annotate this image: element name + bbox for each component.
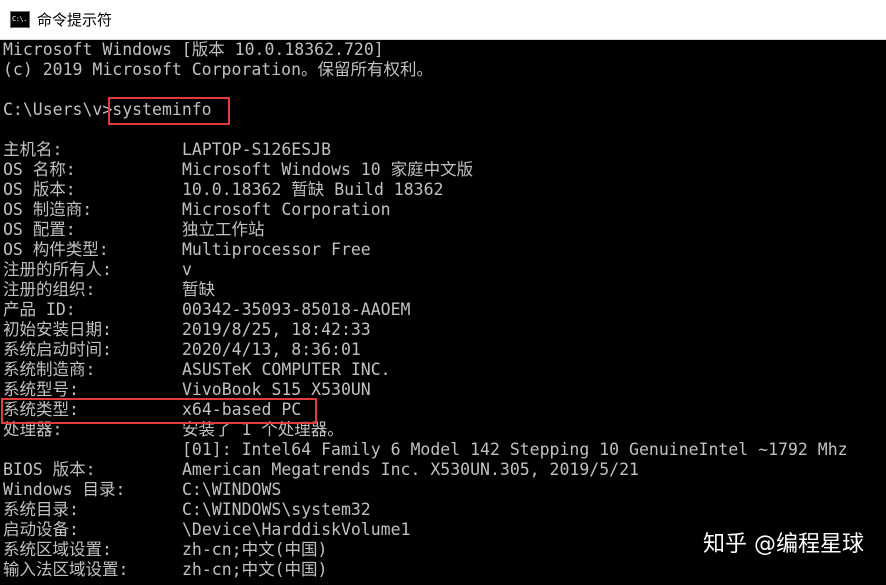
info-value: x64-based PC — [182, 400, 302, 419]
info-label: OS 配置: — [3, 220, 76, 239]
info-row: 初始安装日期: 2019/8/25, 18:42:33 — [3, 320, 883, 340]
info-value: 2020/4/13, 8:36:01 — [182, 340, 361, 359]
info-value: Multiprocessor Free — [182, 240, 371, 259]
info-value: ASUSTeK COMPUTER INC. — [182, 360, 391, 379]
info-row: OS 版本: 10.0.18362 暂缺 Build 18362 — [3, 180, 883, 200]
info-value: C:\WINDOWS\system32 — [182, 500, 371, 519]
info-label: 系统型号: — [3, 380, 79, 399]
info-label: OS 名称: — [3, 160, 76, 179]
info-label: 启动设备: — [3, 520, 79, 539]
command-prompt-window: C:\. 命令提示符 Microsoft Windows [版本 10.0.18… — [0, 0, 886, 585]
info-value: v — [182, 260, 192, 279]
info-value: C:\WINDOWS — [182, 480, 282, 499]
info-label: BIOS 版本: — [3, 460, 96, 479]
info-value: 独立工作站 — [182, 220, 265, 239]
info-label: 系统制造商: — [3, 360, 96, 379]
info-value: 安装了 1 个处理器。 — [182, 420, 344, 439]
prompt-path: C:\Users\v> — [3, 100, 113, 119]
info-row: 系统目录: C:\WINDOWS\system32 — [3, 500, 883, 520]
info-label: OS 构件类型: — [3, 240, 109, 259]
info-label: 系统类型: — [3, 400, 79, 419]
info-label: 系统区域设置: — [3, 540, 112, 559]
info-row: 系统启动时间: 2020/4/13, 8:36:01 — [3, 340, 883, 360]
info-row: 处理器: 安装了 1 个处理器。 — [3, 420, 883, 440]
info-row: OS 构件类型: Multiprocessor Free — [3, 240, 883, 260]
info-label: 系统启动时间: — [3, 340, 112, 359]
info-row: 系统类型: x64-based PC — [3, 400, 883, 420]
info-value: American Megatrends Inc. X530UN.305, 201… — [182, 460, 639, 479]
info-label: 注册的所有人: — [3, 260, 112, 279]
cmd-icon-glyph: C:\. — [12, 15, 27, 23]
info-row: Windows 目录: C:\WINDOWS — [3, 480, 883, 500]
title-bar[interactable]: C:\. 命令提示符 — [0, 0, 886, 40]
info-row: 输入法区域设置: zh-cn;中文(中国) — [3, 560, 883, 580]
info-value: [01]: Intel64 Family 6 Model 142 Steppin… — [182, 440, 848, 459]
header-line: (c) 2019 Microsoft Corporation。保留所有权利。 — [3, 60, 434, 79]
info-row: OS 名称: Microsoft Windows 10 家庭中文版 — [3, 160, 883, 180]
info-label: 系统目录: — [3, 500, 79, 519]
info-label: 产品 ID: — [3, 300, 76, 319]
info-row: 产品 ID: 00342-35093-85018-AAOEM — [3, 300, 883, 320]
info-row: 系统制造商: ASUSTeK COMPUTER INC. — [3, 360, 883, 380]
info-value: 10.0.18362 暂缺 Build 18362 — [182, 180, 444, 199]
console-output[interactable]: Microsoft Windows [版本 10.0.18362.720] (c… — [0, 40, 886, 585]
info-row: 注册的所有人: v — [3, 260, 883, 280]
info-label: 初始安装日期: — [3, 320, 112, 339]
info-row: 主机名: LAPTOP-S126ESJB — [3, 140, 883, 160]
info-value: 2019/8/25, 18:42:33 — [182, 320, 371, 339]
info-row: OS 制造商: Microsoft Corporation — [3, 200, 883, 220]
info-label: OS 版本: — [3, 180, 76, 199]
info-label: Windows 目录: — [3, 480, 126, 499]
info-value: LAPTOP-S126ESJB — [182, 140, 332, 159]
info-value: 00342-35093-85018-AAOEM — [182, 300, 411, 319]
info-value: 暂缺 — [182, 280, 215, 299]
info-value: Microsoft Corporation — [182, 200, 391, 219]
info-value: Microsoft Windows 10 家庭中文版 — [182, 160, 474, 179]
info-row: 系统型号: VivoBook S15 X530UN — [3, 380, 883, 400]
prompt-line: C:\Users\v>systeminfo — [3, 100, 212, 120]
info-value: zh-cn;中文(中国) — [182, 560, 328, 579]
info-row: OS 配置: 独立工作站 — [3, 220, 883, 240]
cmd-icon: C:\. — [10, 11, 30, 28]
info-label: 处理器: — [3, 420, 63, 439]
window-title: 命令提示符 — [37, 11, 113, 29]
info-value: \Device\HarddiskVolume1 — [182, 520, 411, 539]
header-line: Microsoft Windows [版本 10.0.18362.720] — [3, 40, 384, 59]
info-label: 输入法区域设置: — [3, 560, 129, 579]
info-row: BIOS 版本: American Megatrends Inc. X530UN.… — [3, 460, 883, 480]
info-value: zh-cn;中文(中国) — [182, 540, 328, 559]
info-row: [01]: Intel64 Family 6 Model 142 Steppin… — [3, 440, 883, 460]
command-text: systeminfo — [112, 100, 212, 119]
info-label: OS 制造商: — [3, 200, 93, 219]
info-label: 注册的组织: — [3, 280, 96, 299]
info-row: 注册的组织: 暂缺 — [3, 280, 883, 300]
info-value: VivoBook S15 X530UN — [182, 380, 371, 399]
watermark: 知乎 @编程星球 — [703, 532, 864, 557]
info-label: 主机名: — [3, 140, 63, 159]
